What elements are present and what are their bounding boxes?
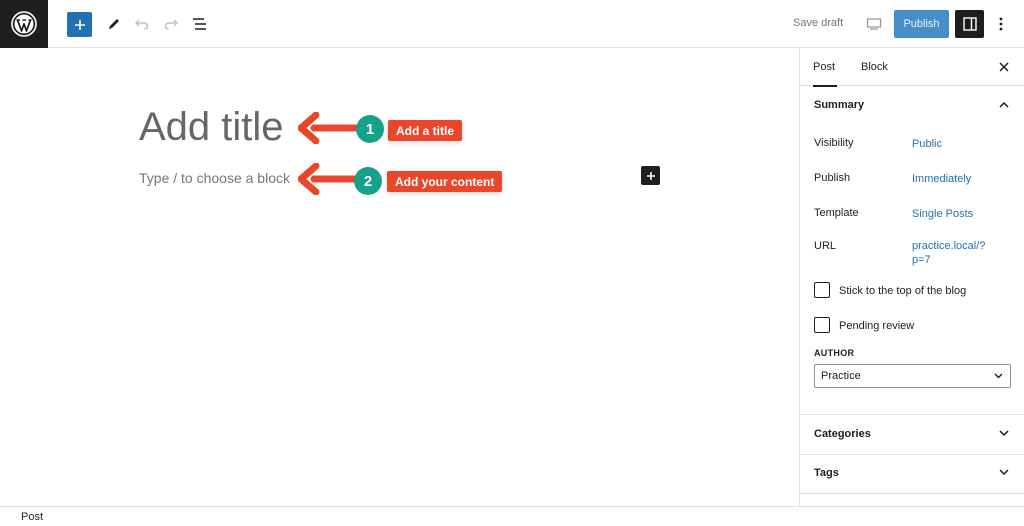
chevron-down-icon [999,469,1009,476]
tab-post[interactable]: Post [813,48,837,87]
publish-date-button[interactable]: Immediately [912,172,971,186]
settings-toggle-button[interactable] [955,10,984,38]
chevron-down-icon [999,430,1009,437]
annotation-label-2: Add your content [387,171,503,192]
close-icon[interactable] [997,60,1011,74]
step-badge-2: 2 [354,167,382,195]
author-label: AUTHOR [814,348,855,358]
publish-label: Publish [814,172,851,184]
wordpress-icon [11,11,37,37]
summary-panel-toggle[interactable]: Summary [800,86,1024,124]
visibility-label: Visibility [814,137,854,149]
panel-divider [800,493,1024,494]
inline-inserter-button[interactable] [641,166,660,185]
summary-panel-title: Summary [814,99,865,111]
pencil-icon [109,19,119,29]
sticky-checkbox[interactable] [814,282,830,298]
editor-header: Save draft Publish [0,0,1024,48]
save-draft-button[interactable]: Save draft [793,17,843,29]
plus-icon [74,19,85,30]
sidebar-tabs: Post Block [800,48,1024,87]
redo-button[interactable] [157,10,185,38]
template-label: Template [814,207,859,219]
more-vertical-icon [999,17,1003,31]
document-overview-button[interactable] [186,10,214,38]
tab-block[interactable]: Block [861,48,888,86]
block-inserter-button[interactable] [67,12,92,37]
tools-button[interactable] [100,10,128,38]
author-select[interactable]: Practice [814,364,1011,388]
url-value-button[interactable]: practice.local/?p=7 [912,239,1002,267]
options-menu-button[interactable] [993,13,1009,35]
block-breadcrumb[interactable]: Post [21,511,43,523]
settings-sidebar: Post Block Summary Visibility Public Pub… [799,48,1024,506]
sidebar-toggle-icon [962,17,977,31]
sticky-checkbox-label[interactable]: Stick to the top of the blog [839,285,966,297]
tags-panel-title: Tags [814,467,839,479]
publish-button[interactable]: Publish [894,10,949,38]
undo-button[interactable] [128,10,156,38]
editor-canvas: Add title Type / to choose a block 1 Add… [0,48,799,506]
wordpress-logo-button[interactable] [0,0,48,48]
categories-panel-toggle[interactable]: Categories [800,415,1024,453]
undo-icon [135,19,149,30]
tags-panel-toggle[interactable]: Tags [800,454,1024,492]
desktop-preview-icon [866,18,882,30]
url-label: URL [814,240,837,252]
post-title-input[interactable]: Add title [139,105,284,150]
visibility-value-button[interactable]: Public [912,137,942,151]
plus-icon [646,171,655,180]
step-badge-1: 1 [356,115,384,143]
preview-button[interactable] [860,10,888,38]
pending-review-checkbox[interactable] [814,317,830,333]
template-value-button[interactable]: Single Posts [912,207,973,221]
chevron-down-icon [994,373,1003,379]
default-block-appender[interactable]: Type / to choose a block [139,170,290,186]
annotation-label-1: Add a title [388,120,463,141]
pending-review-label[interactable]: Pending review [839,320,914,332]
list-view-icon [193,18,206,30]
chevron-up-icon [999,101,1009,108]
editor-footer: Post [0,506,1024,526]
redo-icon [164,19,178,30]
annotation-arrow-2 [298,163,362,195]
categories-panel-title: Categories [814,428,871,440]
author-selected-value: Practice [821,370,861,382]
annotation-arrow-1 [298,112,362,144]
